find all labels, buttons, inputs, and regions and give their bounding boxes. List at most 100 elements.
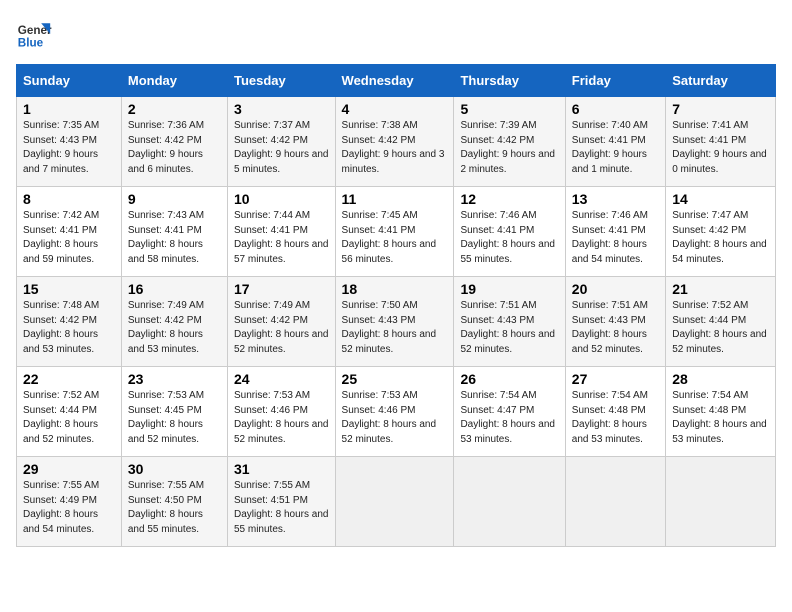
calendar-cell: 22 Sunrise: 7:52 AMSunset: 4:44 PMDaylig… (17, 367, 122, 457)
day-number: 19 (460, 281, 558, 297)
day-info: Sunrise: 7:37 AMSunset: 4:42 PMDaylight:… (234, 120, 329, 175)
calendar-cell: 29 Sunrise: 7:55 AMSunset: 4:49 PMDaylig… (17, 457, 122, 547)
day-number: 23 (128, 371, 221, 387)
calendar-cell: 31 Sunrise: 7:55 AMSunset: 4:51 PMDaylig… (227, 457, 335, 547)
day-number: 28 (672, 371, 769, 387)
day-info: Sunrise: 7:40 AMSunset: 4:41 PMDaylight:… (572, 120, 648, 175)
day-number: 10 (234, 191, 329, 207)
calendar-cell: 24 Sunrise: 7:53 AMSunset: 4:46 PMDaylig… (227, 367, 335, 457)
day-info: Sunrise: 7:49 AMSunset: 4:42 PMDaylight:… (234, 300, 329, 355)
calendar-cell: 23 Sunrise: 7:53 AMSunset: 4:45 PMDaylig… (121, 367, 227, 457)
day-info: Sunrise: 7:55 AMSunset: 4:51 PMDaylight:… (234, 480, 329, 535)
calendar-cell: 4 Sunrise: 7:38 AMSunset: 4:42 PMDayligh… (335, 97, 454, 187)
calendar-row-week-5: 29 Sunrise: 7:55 AMSunset: 4:49 PMDaylig… (17, 457, 776, 547)
day-number: 31 (234, 461, 329, 477)
calendar-cell: 1 Sunrise: 7:35 AMSunset: 4:43 PMDayligh… (17, 97, 122, 187)
day-info: Sunrise: 7:53 AMSunset: 4:46 PMDaylight:… (342, 390, 437, 445)
day-info: Sunrise: 7:53 AMSunset: 4:45 PMDaylight:… (128, 390, 204, 445)
day-info: Sunrise: 7:46 AMSunset: 4:41 PMDaylight:… (460, 210, 555, 265)
calendar-cell: 10 Sunrise: 7:44 AMSunset: 4:41 PMDaylig… (227, 187, 335, 277)
day-info: Sunrise: 7:41 AMSunset: 4:41 PMDaylight:… (672, 120, 767, 175)
calendar-cell: 19 Sunrise: 7:51 AMSunset: 4:43 PMDaylig… (454, 277, 565, 367)
day-info: Sunrise: 7:52 AMSunset: 4:44 PMDaylight:… (23, 390, 99, 445)
calendar-cell: 5 Sunrise: 7:39 AMSunset: 4:42 PMDayligh… (454, 97, 565, 187)
day-number: 7 (672, 101, 769, 117)
day-number: 16 (128, 281, 221, 297)
day-info: Sunrise: 7:36 AMSunset: 4:42 PMDaylight:… (128, 120, 204, 175)
day-info: Sunrise: 7:50 AMSunset: 4:43 PMDaylight:… (342, 300, 437, 355)
day-info: Sunrise: 7:46 AMSunset: 4:41 PMDaylight:… (572, 210, 648, 265)
calendar-cell: 3 Sunrise: 7:37 AMSunset: 4:42 PMDayligh… (227, 97, 335, 187)
day-number: 21 (672, 281, 769, 297)
calendar-cell: 7 Sunrise: 7:41 AMSunset: 4:41 PMDayligh… (666, 97, 776, 187)
day-number: 22 (23, 371, 115, 387)
day-info: Sunrise: 7:44 AMSunset: 4:41 PMDaylight:… (234, 210, 329, 265)
day-info: Sunrise: 7:43 AMSunset: 4:41 PMDaylight:… (128, 210, 204, 265)
calendar-cell: 25 Sunrise: 7:53 AMSunset: 4:46 PMDaylig… (335, 367, 454, 457)
day-number: 15 (23, 281, 115, 297)
day-info: Sunrise: 7:38 AMSunset: 4:42 PMDaylight:… (342, 120, 445, 175)
calendar-cell: 13 Sunrise: 7:46 AMSunset: 4:41 PMDaylig… (565, 187, 665, 277)
day-number: 26 (460, 371, 558, 387)
calendar-cell: 12 Sunrise: 7:46 AMSunset: 4:41 PMDaylig… (454, 187, 565, 277)
day-number: 4 (342, 101, 448, 117)
day-info: Sunrise: 7:55 AMSunset: 4:49 PMDaylight:… (23, 480, 99, 535)
day-info: Sunrise: 7:54 AMSunset: 4:47 PMDaylight:… (460, 390, 555, 445)
logo-icon: General Blue (16, 16, 52, 52)
day-info: Sunrise: 7:51 AMSunset: 4:43 PMDaylight:… (572, 300, 648, 355)
calendar-cell: 9 Sunrise: 7:43 AMSunset: 4:41 PMDayligh… (121, 187, 227, 277)
day-number: 24 (234, 371, 329, 387)
calendar-cell: 15 Sunrise: 7:48 AMSunset: 4:42 PMDaylig… (17, 277, 122, 367)
calendar-cell: 30 Sunrise: 7:55 AMSunset: 4:50 PMDaylig… (121, 457, 227, 547)
calendar-cell: 21 Sunrise: 7:52 AMSunset: 4:44 PMDaylig… (666, 277, 776, 367)
day-number: 25 (342, 371, 448, 387)
calendar-cell: 14 Sunrise: 7:47 AMSunset: 4:42 PMDaylig… (666, 187, 776, 277)
calendar-cell: 18 Sunrise: 7:50 AMSunset: 4:43 PMDaylig… (335, 277, 454, 367)
day-number: 30 (128, 461, 221, 477)
header-cell-wednesday: Wednesday (335, 65, 454, 97)
day-number: 3 (234, 101, 329, 117)
header-cell-saturday: Saturday (666, 65, 776, 97)
calendar-row-week-4: 22 Sunrise: 7:52 AMSunset: 4:44 PMDaylig… (17, 367, 776, 457)
calendar-cell (565, 457, 665, 547)
day-info: Sunrise: 7:49 AMSunset: 4:42 PMDaylight:… (128, 300, 204, 355)
header-cell-tuesday: Tuesday (227, 65, 335, 97)
svg-text:Blue: Blue (18, 37, 44, 50)
day-info: Sunrise: 7:48 AMSunset: 4:42 PMDaylight:… (23, 300, 99, 355)
calendar-cell: 8 Sunrise: 7:42 AMSunset: 4:41 PMDayligh… (17, 187, 122, 277)
calendar-cell: 2 Sunrise: 7:36 AMSunset: 4:42 PMDayligh… (121, 97, 227, 187)
day-number: 29 (23, 461, 115, 477)
day-info: Sunrise: 7:54 AMSunset: 4:48 PMDaylight:… (672, 390, 767, 445)
calendar-table: SundayMondayTuesdayWednesdayThursdayFrid… (16, 64, 776, 547)
day-number: 12 (460, 191, 558, 207)
calendar-cell: 17 Sunrise: 7:49 AMSunset: 4:42 PMDaylig… (227, 277, 335, 367)
day-number: 5 (460, 101, 558, 117)
day-number: 2 (128, 101, 221, 117)
day-number: 11 (342, 191, 448, 207)
day-info: Sunrise: 7:47 AMSunset: 4:42 PMDaylight:… (672, 210, 767, 265)
page-header: General Blue (16, 16, 776, 52)
day-number: 18 (342, 281, 448, 297)
calendar-cell: 20 Sunrise: 7:51 AMSunset: 4:43 PMDaylig… (565, 277, 665, 367)
calendar-row-week-1: 1 Sunrise: 7:35 AMSunset: 4:43 PMDayligh… (17, 97, 776, 187)
day-info: Sunrise: 7:54 AMSunset: 4:48 PMDaylight:… (572, 390, 648, 445)
day-number: 9 (128, 191, 221, 207)
header-cell-monday: Monday (121, 65, 227, 97)
day-number: 27 (572, 371, 659, 387)
calendar-header-row: SundayMondayTuesdayWednesdayThursdayFrid… (17, 65, 776, 97)
header-cell-friday: Friday (565, 65, 665, 97)
day-number: 6 (572, 101, 659, 117)
day-info: Sunrise: 7:52 AMSunset: 4:44 PMDaylight:… (672, 300, 767, 355)
calendar-body: 1 Sunrise: 7:35 AMSunset: 4:43 PMDayligh… (17, 97, 776, 547)
day-number: 20 (572, 281, 659, 297)
header-cell-thursday: Thursday (454, 65, 565, 97)
day-info: Sunrise: 7:42 AMSunset: 4:41 PMDaylight:… (23, 210, 99, 265)
calendar-row-week-2: 8 Sunrise: 7:42 AMSunset: 4:41 PMDayligh… (17, 187, 776, 277)
calendar-row-week-3: 15 Sunrise: 7:48 AMSunset: 4:42 PMDaylig… (17, 277, 776, 367)
calendar-cell (454, 457, 565, 547)
day-number: 8 (23, 191, 115, 207)
logo: General Blue (16, 16, 52, 52)
calendar-cell: 27 Sunrise: 7:54 AMSunset: 4:48 PMDaylig… (565, 367, 665, 457)
day-number: 17 (234, 281, 329, 297)
day-info: Sunrise: 7:51 AMSunset: 4:43 PMDaylight:… (460, 300, 555, 355)
